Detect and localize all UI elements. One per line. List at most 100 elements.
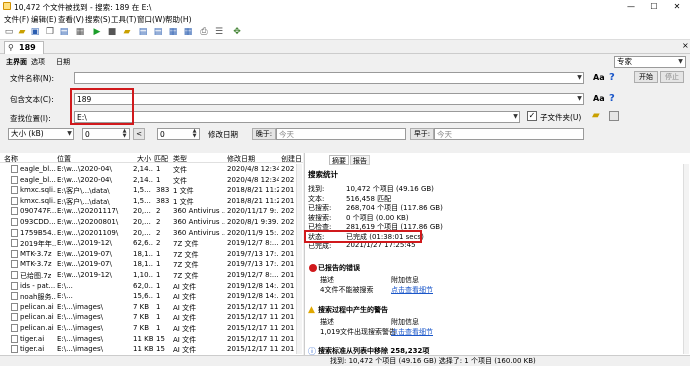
file-icon — [11, 302, 18, 311]
print-icon[interactable]: ⎙ — [199, 27, 209, 37]
menu-search[interactable]: 搜索(S) — [85, 14, 111, 25]
tab-main[interactable]: 主界面 — [6, 57, 27, 67]
subfolder-checkbox[interactable]: ✓ — [527, 111, 537, 121]
browse-icon[interactable]: ▰ — [122, 27, 132, 37]
mode-select[interactable]: 专家 — [614, 56, 686, 68]
warnings-details-link[interactable]: 点击查看细节 — [391, 327, 433, 337]
table-row[interactable]: tiger.ai E:\...\images\ 11 KB 15 AI 文件 2015/1… — [0, 333, 303, 344]
table-row[interactable]: eagle_bl...E:\w...\2020-04\ 2,14...1 文件 202… — [0, 164, 303, 174]
list-scrollbar[interactable] — [296, 164, 302, 354]
table-row[interactable]: ids - pat...E:\... 62,0...1 AI 文件 2019/12/8… — [0, 280, 303, 291]
menu-edit[interactable]: 编辑(E) — [31, 14, 57, 25]
table-row[interactable]: pelican.ai E:\...\images\ 7 KB 1 AI 文件 2015/1… — [0, 312, 303, 323]
size-operator-select[interactable]: 大小 (kB) — [8, 128, 74, 140]
summary-scrollbar[interactable] — [683, 164, 689, 354]
table-row[interactable]: pelican.ai E:\...\images\ 7 KB 1 AI 文件 2015/1… — [0, 323, 303, 333]
tab-report[interactable]: 报告 — [350, 155, 370, 165]
row-modified: 2020/4/8 12:34... — [227, 175, 279, 184]
table-row[interactable]: kmxc.sqli... E:\客户\...\data\ 1,5... 383 1 文件… — [0, 195, 303, 206]
before-button[interactable]: 早于: — [410, 128, 434, 140]
column-header-type[interactable]: 类型 — [173, 154, 187, 164]
row-size: 1,5... — [133, 196, 151, 205]
window-title: 10,472 个文件被找到 - 搜索: 189 在 E:\ — [14, 3, 152, 12]
menu-help[interactable]: 帮助(H) — [165, 14, 192, 25]
grid-icon[interactable]: ▦ — [168, 27, 178, 37]
column-header-created[interactable]: 创建日 — [281, 154, 302, 164]
case-sensitive-icon[interactable]: Aa — [593, 73, 605, 82]
date-to-input[interactable] — [434, 128, 584, 140]
minimize-button[interactable]: — — [620, 1, 642, 12]
table-row[interactable]: 已给图.7z E:\w...\2019-12\ 1,10...1 7Z 文件 2019/… — [0, 270, 303, 280]
menu-tools[interactable]: 工具(T) — [111, 14, 136, 25]
errors-details-link[interactable]: 点击查看细节 — [391, 285, 433, 295]
column-header-location[interactable]: 位置 — [57, 154, 71, 164]
start-button[interactable]: 开始 — [634, 71, 658, 83]
open-folder-icon[interactable]: ▰ — [17, 27, 27, 37]
table-row[interactable]: eagle_bl...E:\w...\2020-04\ 2,14...1 文件 202… — [0, 174, 303, 185]
maximize-button[interactable]: ☐ — [643, 1, 665, 12]
subfolder-label: 子文件夹(U) — [540, 113, 582, 122]
error-icon — [309, 264, 317, 272]
row-location: E:\...\images\ — [57, 313, 103, 322]
copy-icon[interactable]: ❐ — [45, 27, 55, 37]
table-row[interactable]: 1759B54... E:\w...\20201109\ 20,... 2 360 An… — [0, 227, 303, 238]
tab-date[interactable]: 日期 — [56, 57, 70, 67]
table-row[interactable]: 2019年年...E:\w...\2019-12\ 62,6...2 7Z 文件 20… — [0, 238, 303, 249]
column-header-name[interactable]: 名称 — [4, 154, 18, 164]
column-header-size[interactable]: 大小 — [137, 154, 151, 164]
content-input[interactable] — [74, 93, 584, 105]
case-sensitive-icon[interactable]: Aa — [593, 94, 605, 103]
tab-summary[interactable]: 摘要 — [329, 155, 349, 165]
table-row[interactable]: 090747F... E:\w...\20201117\ 20,... 2 360 An… — [0, 206, 303, 217]
save-icon[interactable]: ▣ — [30, 27, 40, 37]
row-type: 1 文件 — [173, 197, 194, 206]
date-from-input[interactable] — [276, 128, 406, 140]
size-compare-button[interactable]: < — [133, 128, 145, 140]
tab-options[interactable]: 选项 — [31, 57, 45, 67]
row-size: 7 KB — [133, 313, 150, 322]
column-header-match[interactable]: 匹配 — [154, 154, 168, 164]
table-icon[interactable]: ▦ — [183, 27, 193, 37]
filename-input[interactable] — [74, 72, 584, 84]
help-icon[interactable]: ? — [609, 93, 615, 104]
play-icon[interactable]: ▶ — [92, 27, 102, 37]
paste-icon[interactable]: ▤ — [59, 27, 69, 37]
folder-icon[interactable]: ▰ — [592, 110, 600, 121]
properties-icon[interactable]: ▦ — [75, 27, 85, 37]
options-icon[interactable] — [609, 111, 619, 121]
new-icon[interactable]: ▭ — [4, 27, 14, 37]
row-created: 201 — [281, 186, 295, 195]
close-tab-icon[interactable]: × — [682, 41, 689, 50]
location-input[interactable] — [74, 111, 520, 123]
file-icon — [11, 249, 18, 258]
menu-file[interactable]: 文件(F) — [4, 14, 29, 25]
column-header-modified[interactable]: 修改日期 — [227, 154, 255, 164]
row-modified: 2018/8/21 11:2... — [227, 196, 279, 205]
table-row[interactable]: 093CDD... E:\w...\20200801\ 20,... 2 360 Ant… — [0, 217, 303, 227]
table-row[interactable]: noah服务...E:\... 15,6...1 AI 文件 2019/12/8 14… — [0, 291, 303, 302]
table-row[interactable]: MTK-3.7z E:\w...\2019-07\ 18,1...1 7Z 文件 201… — [0, 259, 303, 270]
stop-icon[interactable]: ■ — [107, 27, 117, 37]
table-row[interactable]: MTK-3.7z E:\w...\2019-07\ 18,1...1 7Z 文件 201… — [0, 248, 303, 259]
help-icon[interactable]: ? — [609, 72, 615, 83]
list-icon[interactable]: ☰ — [214, 27, 224, 37]
row-name: kmxc.sqli... — [20, 186, 56, 195]
table-row[interactable]: pelican.ai E:\...\images\ 7 KB 1 AI 文件 2015/1… — [0, 301, 303, 312]
export-icon[interactable]: ▤ — [138, 27, 148, 37]
table-row[interactable]: tiger.ai E:\...\images\ 11 KB 15 AI 文件 2015/1… — [0, 344, 303, 355]
row-match: 383 — [156, 196, 170, 205]
close-button[interactable]: ✕ — [666, 1, 688, 12]
table-row[interactable]: kmxc.sqli... E:\客户\...\data\ 1,5... 383 1 文件… — [0, 185, 303, 196]
menu-view[interactable]: 查看(V) — [58, 14, 84, 25]
tools-icon[interactable]: ✥ — [232, 27, 242, 37]
spin-down-icon[interactable]: ▼ — [191, 134, 198, 139]
import-icon[interactable]: ▤ — [153, 27, 163, 37]
menu-window[interactable]: 窗口(W) — [137, 14, 165, 25]
spin-down-icon[interactable]: ▼ — [121, 134, 128, 139]
stop-button[interactable]: 停止 — [660, 71, 684, 83]
after-button[interactable]: 晚于: — [252, 128, 276, 140]
stat-value: 0 个项目 (0.00 KB) — [346, 213, 409, 222]
tab-189[interactable]: ⚲ 189 — [4, 41, 44, 54]
row-name: pelican.ai — [20, 302, 54, 311]
stat-value: 268,704 个项目 (117.86 GB) — [346, 204, 443, 212]
